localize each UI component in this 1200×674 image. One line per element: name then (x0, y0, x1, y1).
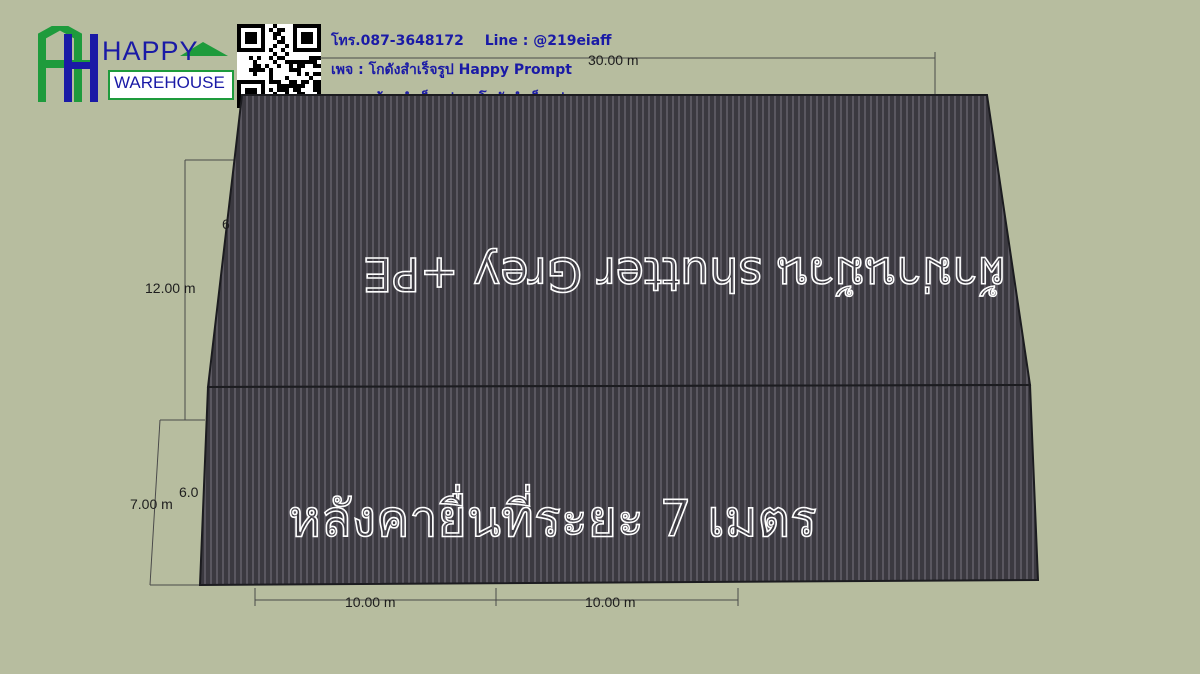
roof-model-scene: 30.00 m 12.00 m 6 7.00 m 6.0 10.00 m 10.… (130, 52, 1040, 610)
dim-left-upper: 12.00 m (145, 280, 196, 296)
dim-bottom-left: 10.00 m (345, 594, 396, 610)
dim-partial-upper: 6 (222, 216, 230, 232)
upper-roof-plane (206, 94, 1032, 389)
lower-roof-label: หลังคายื่นที่ระยะ 7 เมตร (288, 485, 817, 548)
dim-partial-lower: 6.0 (179, 484, 199, 500)
dim-bottom-right: 10.00 m (585, 594, 636, 610)
lower-roof-plane (198, 383, 1040, 587)
dim-top-width: 30.00 m (588, 52, 639, 68)
dim-left-lower: 7.00 m (130, 496, 173, 512)
upper-roof-label-mirrored: ผ้าม่านม้วน shutter Grey +PE (363, 247, 1005, 301)
